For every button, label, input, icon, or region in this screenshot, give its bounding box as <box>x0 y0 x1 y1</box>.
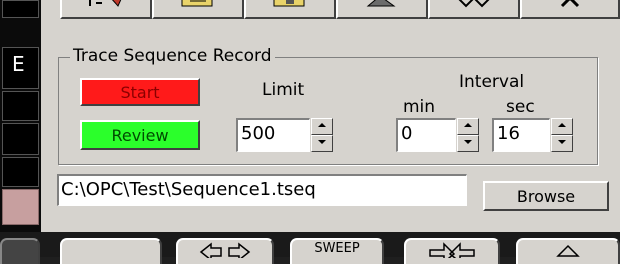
arrow-up-icon <box>318 123 326 127</box>
min-down-button[interactable] <box>457 135 479 152</box>
bottom-button-1[interactable] <box>60 238 162 264</box>
toolbar-button-2[interactable] <box>152 0 244 19</box>
swap-arrows-icon <box>429 242 475 264</box>
limit-spinner[interactable] <box>311 118 333 152</box>
tools-icon <box>366 0 396 7</box>
review-button[interactable]: Review <box>80 120 200 150</box>
file-path-input[interactable]: C:\OPC\Test\Sequence1.tseq <box>57 174 467 206</box>
arrow-down-icon <box>558 140 566 144</box>
edit-icon <box>89 0 122 7</box>
sec-down-button[interactable] <box>551 135 573 152</box>
left-strip-cell <box>2 0 39 18</box>
limit-up-button[interactable] <box>311 118 333 135</box>
interval-label: Interval <box>459 72 525 92</box>
arrow-up-icon <box>558 123 566 127</box>
left-strip: E <box>0 0 41 232</box>
bottom-button-swap[interactable] <box>404 238 500 264</box>
min-up-button[interactable] <box>457 118 479 135</box>
left-strip-cell-pink <box>2 189 39 225</box>
folder-arrow-icon <box>181 0 213 7</box>
limit-label: Limit <box>262 80 305 100</box>
arrows-left-right-icon <box>199 242 251 262</box>
sweep-label: SWEEP <box>314 241 360 256</box>
group-title: Trace Sequence Record <box>70 46 275 66</box>
left-strip-cell <box>2 123 39 155</box>
limit-input[interactable]: 500 <box>236 118 310 152</box>
sec-up-button[interactable] <box>551 118 573 135</box>
left-strip-cell <box>2 157 39 187</box>
arrow-down-icon <box>464 140 472 144</box>
toolbar-button-3[interactable] <box>244 0 336 19</box>
left-strip-cell-e[interactable]: E <box>2 47 39 89</box>
left-strip-letter: E <box>12 52 25 76</box>
folder-save-icon <box>273 0 305 7</box>
wave-icon <box>458 0 490 8</box>
chevron-up-icon <box>560 0 580 8</box>
min-label: min <box>403 97 436 117</box>
toolbar-button-1[interactable] <box>60 0 152 19</box>
start-button[interactable]: Start <box>80 78 200 106</box>
interval-min-spinner[interactable] <box>457 118 479 152</box>
bottom-button-up[interactable] <box>516 238 620 264</box>
interval-sec-spinner[interactable] <box>551 118 573 152</box>
toolbar-button-4[interactable] <box>336 0 428 19</box>
sec-label: sec <box>506 97 535 117</box>
interval-min-input[interactable]: 0 <box>396 118 456 152</box>
arrow-up-icon <box>464 123 472 127</box>
toolbar-button-6[interactable] <box>520 0 620 19</box>
interval-sec-input[interactable]: 16 <box>492 118 550 152</box>
left-strip-cell <box>2 91 39 121</box>
up-arrow-icon <box>556 244 580 257</box>
toolbar-button-5[interactable] <box>428 0 520 19</box>
bottom-button-prev-next[interactable] <box>176 238 274 264</box>
browse-button[interactable]: Browse <box>483 181 609 211</box>
limit-down-button[interactable] <box>311 135 333 152</box>
arrow-down-icon <box>318 140 326 144</box>
bottom-button-left[interactable] <box>0 238 40 264</box>
sweep-button[interactable]: SWEEP <box>290 238 384 264</box>
